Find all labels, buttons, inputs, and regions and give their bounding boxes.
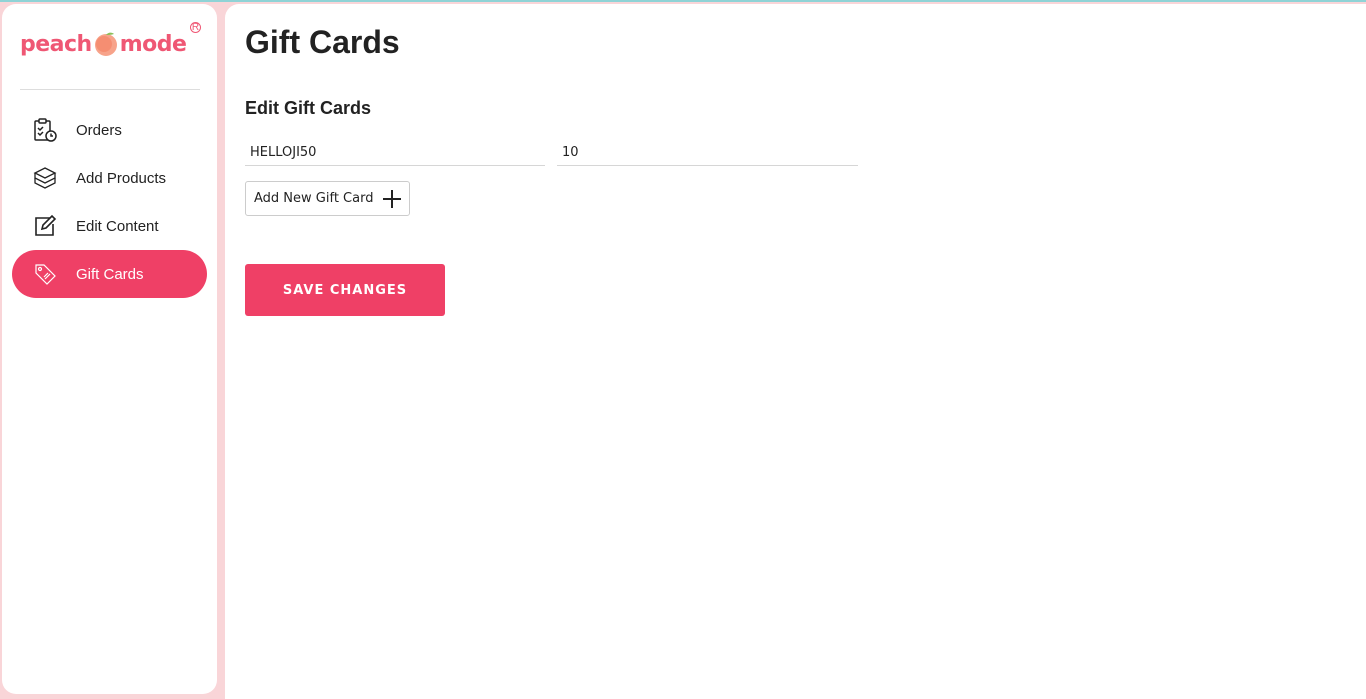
sidebar-item-label: Edit Content	[76, 217, 159, 235]
save-changes-button[interactable]: SAVE CHANGES	[245, 264, 445, 316]
page-title: Gift Cards	[245, 24, 400, 60]
sidebar-item-label: Gift Cards	[76, 265, 144, 283]
box-icon	[32, 165, 58, 191]
sidebar-item-add-products[interactable]: Add Products	[12, 154, 207, 202]
peach-icon	[94, 32, 117, 56]
section-title: Edit Gift Cards	[245, 98, 372, 118]
sidebar-divider	[20, 89, 200, 90]
add-gift-card-label: Add New Gift Card	[254, 191, 374, 206]
add-gift-card-button[interactable]: Add New Gift Card	[245, 181, 410, 216]
sidebar: peach mode R Orders Add Products Edit Co…	[2, 4, 217, 694]
sidebar-item-gift-cards[interactable]: Gift Cards	[12, 250, 207, 298]
clipboard-clock-icon	[32, 117, 58, 143]
gift-card-amount-input[interactable]	[557, 140, 858, 166]
sidebar-item-label: Orders	[76, 121, 122, 139]
main-panel: Gift Cards Edit Gift Cards Add New Gift …	[225, 4, 1366, 699]
edit-icon	[32, 213, 58, 239]
gift-card-code-input[interactable]	[245, 140, 545, 166]
tag-icon	[32, 261, 58, 287]
registered-mark: R	[190, 22, 201, 33]
sidebar-item-label: Add Products	[76, 169, 167, 187]
brand-name-part2: mode	[119, 31, 187, 57]
plus-icon	[383, 189, 402, 208]
brand-name-part1: peach	[20, 31, 92, 57]
top-accent-line	[0, 0, 1366, 2]
brand-logo[interactable]: peach mode R	[20, 22, 205, 64]
sidebar-item-edit-content[interactable]: Edit Content	[12, 202, 207, 250]
sidebar-nav: Orders Add Products Edit Content Gift Ca…	[12, 106, 207, 298]
sidebar-item-orders[interactable]: Orders	[12, 106, 207, 154]
